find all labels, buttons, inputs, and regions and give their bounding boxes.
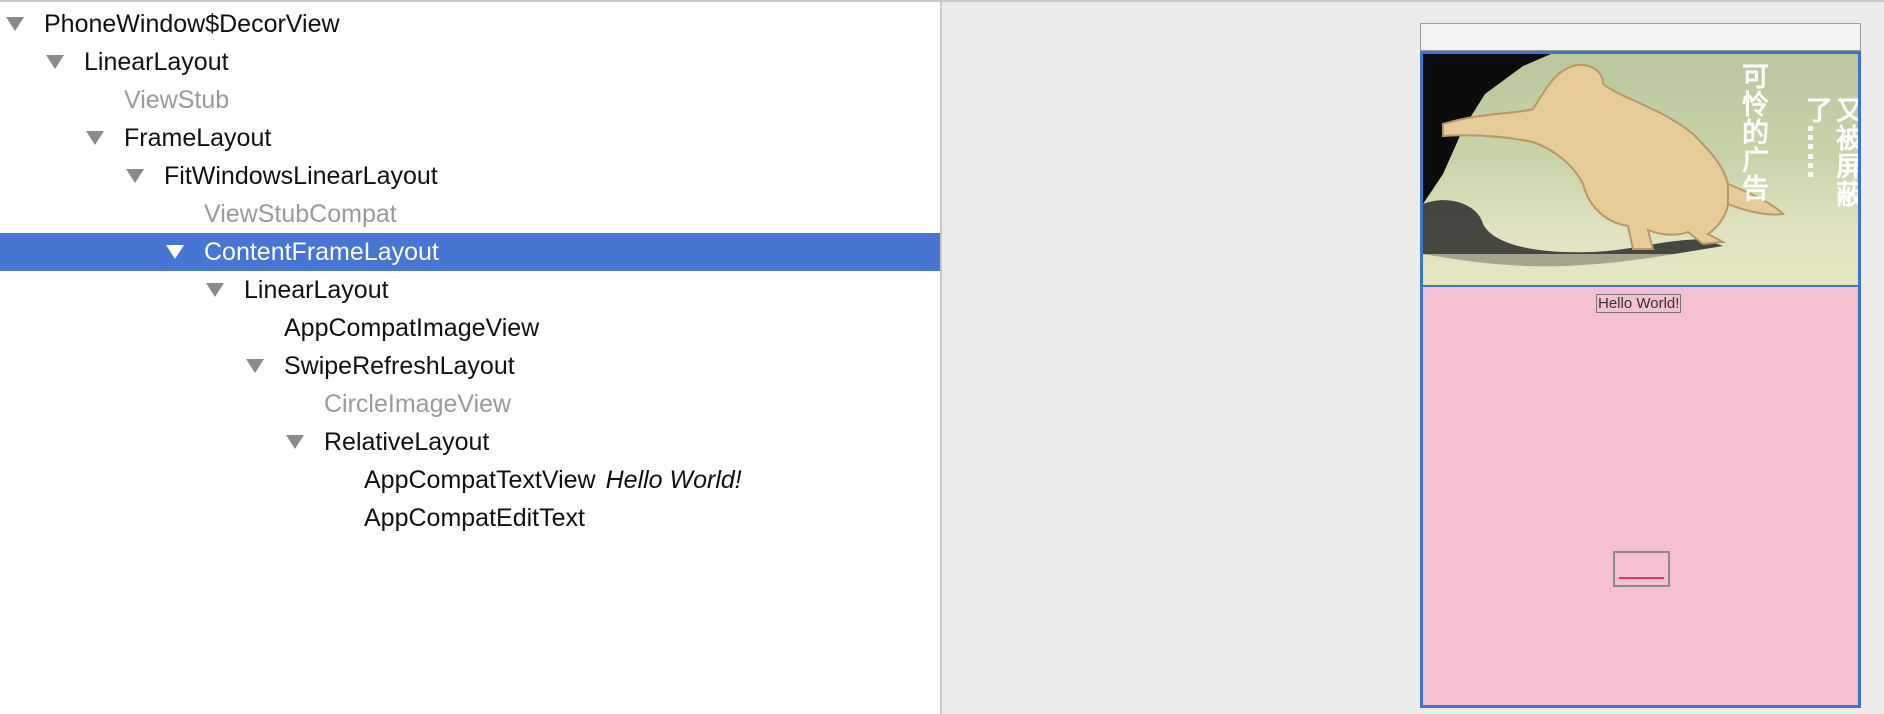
- tree-node-label: FitWindowsLinearLayout: [164, 161, 438, 191]
- disclosure-triangle-icon[interactable]: [6, 17, 24, 31]
- tree-node-label: FrameLayout: [124, 123, 271, 153]
- tree-node[interactable]: AppCompatEditText: [0, 499, 940, 537]
- tree-node-name: ViewStubCompat: [204, 200, 397, 228]
- tree-node[interactable]: AppCompatTextView Hello World!: [0, 461, 940, 499]
- device-screen[interactable]: 可怜的广告 又被屏蔽了…… Hello World!: [1420, 51, 1861, 708]
- tree-node-detail: Hello World!: [605, 466, 742, 494]
- tree-node-name: AppCompatTextView: [364, 466, 596, 494]
- tree-node[interactable]: LinearLayout: [0, 43, 940, 81]
- tree-node-label: AppCompatTextView Hello World!: [364, 465, 742, 495]
- tree-node-name: ViewStub: [124, 86, 230, 114]
- tree-node-label: RelativeLayout: [324, 427, 489, 457]
- tree-node[interactable]: RelativeLayout: [0, 423, 940, 461]
- tree-node-name: PhoneWindow$DecorView: [44, 10, 340, 38]
- tree-node[interactable]: FitWindowsLinearLayout: [0, 157, 940, 195]
- tree-node-name: FitWindowsLinearLayout: [164, 162, 438, 190]
- tree-node-label: ContentFrameLayout: [204, 237, 439, 267]
- tree-node[interactable]: PhoneWindow$DecorView: [0, 5, 940, 43]
- tree-node-name: ContentFrameLayout: [204, 238, 439, 266]
- tree-node-label: LinearLayout: [244, 275, 389, 305]
- view-tree-panel: PhoneWindow$DecorView LinearLayout ViewStu…: [0, 2, 942, 714]
- tree-node[interactable]: ViewStubCompat: [0, 195, 940, 233]
- layout-preview-panel: 可怜的广告 又被屏蔽了…… Hello World!: [942, 2, 1884, 714]
- tree-node-label: LinearLayout: [84, 47, 229, 77]
- tree-node-name: AppCompatImageView: [284, 314, 540, 342]
- tree-node-label: AppCompatEditText: [364, 503, 585, 533]
- disclosure-triangle-icon[interactable]: [126, 169, 144, 183]
- device-status-area: [1420, 23, 1861, 51]
- tree-node-label: ViewStub: [124, 85, 229, 115]
- tree-node[interactable]: FrameLayout: [0, 119, 940, 157]
- tree-node-name: LinearLayout: [84, 48, 229, 76]
- disclosure-triangle-icon[interactable]: [286, 435, 304, 449]
- tree-node[interactable]: ViewStub: [0, 81, 940, 119]
- tree-node-name: AppCompatEditText: [364, 504, 585, 532]
- tree-node-name: LinearLayout: [244, 276, 389, 304]
- ad-image: 可怜的广告 又被屏蔽了……: [1423, 54, 1858, 287]
- edit-text-underline: [1619, 577, 1664, 579]
- hello-world-textview[interactable]: Hello World!: [1596, 294, 1682, 313]
- disclosure-triangle-icon[interactable]: [206, 283, 224, 297]
- tree-node[interactable]: AppCompatImageView: [0, 309, 940, 347]
- tree-node-label: AppCompatImageView: [284, 313, 539, 343]
- tree-node-label: CircleImageView: [324, 389, 511, 419]
- disclosure-triangle-icon[interactable]: [86, 131, 104, 145]
- floor-band: [1423, 254, 1858, 285]
- ad-caption-line1: 可怜的广告: [1737, 62, 1768, 202]
- tree-node[interactable]: LinearLayout: [0, 271, 940, 309]
- tree-node-name: CircleImageView: [324, 390, 512, 418]
- tree-node[interactable]: CircleImageView: [0, 385, 940, 423]
- tree-node[interactable]: SwipeRefreshLayout: [0, 347, 940, 385]
- disclosure-triangle-icon[interactable]: [166, 245, 184, 259]
- ad-caption-line2: 又被屏蔽了……: [1801, 96, 1858, 208]
- tree-node-name: RelativeLayout: [324, 428, 490, 456]
- tree-node-name: SwipeRefreshLayout: [284, 352, 515, 380]
- edit-text-field[interactable]: [1613, 551, 1670, 587]
- disclosure-triangle-icon[interactable]: [46, 55, 64, 69]
- tree-node-name: FrameLayout: [124, 124, 272, 152]
- tree-node-label: ViewStubCompat: [204, 199, 397, 229]
- tree-node-label: PhoneWindow$DecorView: [44, 9, 340, 39]
- disclosure-triangle-icon[interactable]: [246, 359, 264, 373]
- dog-illustration: [1423, 54, 1858, 285]
- tree-node-label: SwipeRefreshLayout: [284, 351, 515, 381]
- hierarchy-viewer: PhoneWindow$DecorView LinearLayout ViewStu…: [0, 0, 1884, 714]
- tree-node[interactable]: ContentFrameLayout: [0, 233, 940, 271]
